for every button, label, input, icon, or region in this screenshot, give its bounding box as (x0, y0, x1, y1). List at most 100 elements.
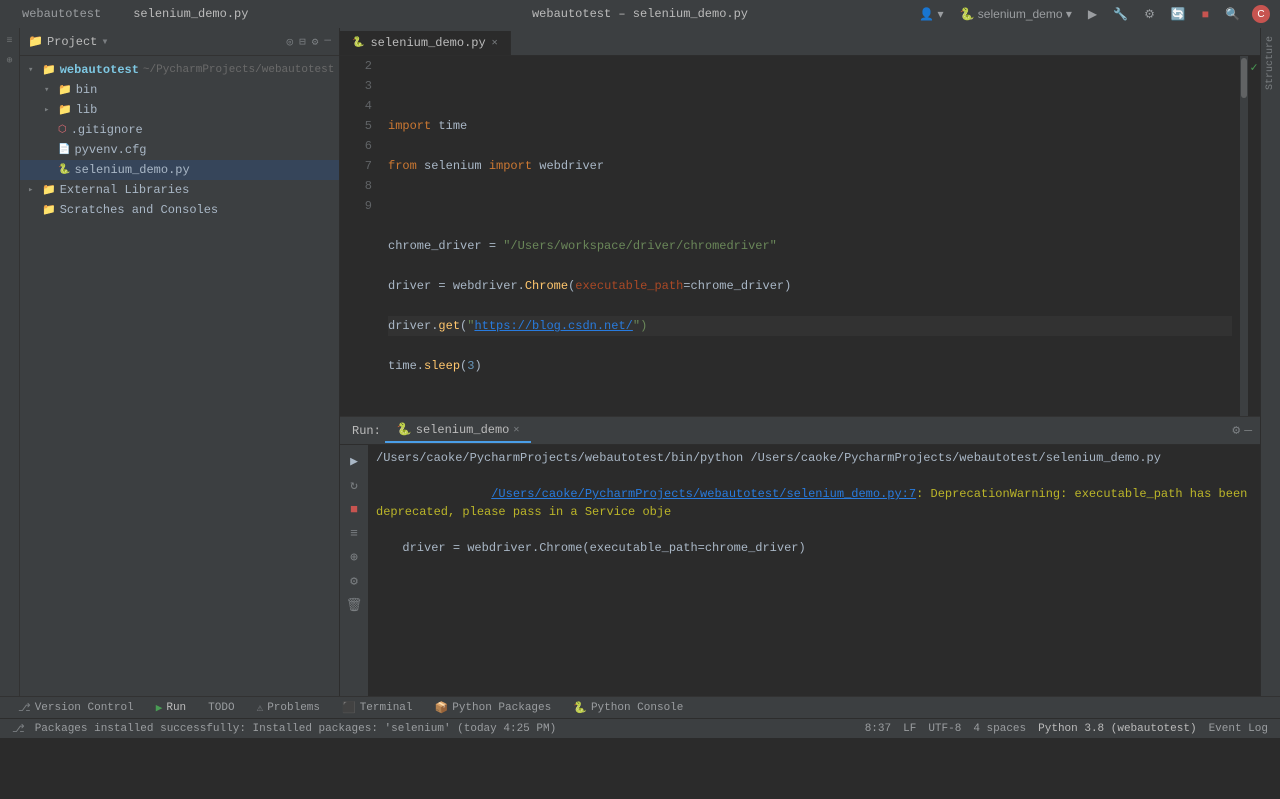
bottom-tab-terminal[interactable]: ⬛ Terminal (332, 697, 423, 719)
gitignore-label: .gitignore (71, 123, 143, 137)
folder-icon-lib: 📁 (58, 103, 72, 117)
tree-item-gitignore[interactable]: ⬡ .gitignore (20, 120, 339, 140)
toolbar-btn-4[interactable]: 🔄 (1167, 5, 1190, 23)
code-line-3: import time (388, 116, 1232, 136)
run-trash-icon[interactable]: 🗑 (344, 595, 364, 615)
code-line-6: chrome_driver = "/Users/workspace/driver… (388, 236, 1232, 256)
run-settings-icon[interactable]: ⚙ (1232, 423, 1240, 438)
toolbar-btn-3[interactable]: ⚙ (1140, 5, 1159, 23)
run-play-icon[interactable]: ▶ (344, 451, 364, 471)
status-bar: ⎇ Packages installed successfully: Insta… (0, 718, 1280, 738)
code-line-2 (388, 76, 1232, 96)
window-title: webautotest – selenium_demo.py (532, 7, 748, 21)
status-message: Packages installed successfully: Install… (35, 723, 557, 735)
line9-sleep: sleep (424, 356, 460, 376)
run-minimize-icon[interactable]: — (1244, 423, 1252, 438)
git-icon: ⎇ (18, 701, 31, 715)
run-list-icon[interactable]: ≡ (344, 523, 364, 543)
toolbar-btn-2[interactable]: 🔧 (1109, 5, 1132, 23)
line8-paren: ( (460, 316, 467, 336)
folder-icon-bin: 📁 (58, 83, 72, 97)
code-editor[interactable]: 2 3 4 5 6 7 8 9 import time from seleniu… (340, 56, 1260, 416)
profile-button[interactable]: 👤 ▾ (915, 5, 947, 23)
bottom-tab-version-control[interactable]: ⎇ Version Control (8, 697, 144, 719)
indent: 4 spaces (973, 723, 1026, 735)
editor-tab-label: selenium_demo.py (370, 36, 485, 50)
main-container: ≡ ⊕ 📁 Project ▾ ◎ ⊟ ⚙ — (0, 28, 1280, 696)
scrollbar-thumb[interactable] (1241, 58, 1247, 98)
event-log[interactable]: Event Log (1209, 723, 1268, 735)
project-header-title: 📁 Project ▾ (28, 34, 109, 49)
line4-webdriver: webdriver (532, 156, 604, 176)
tree-item-ext-libs[interactable]: ▸ 📁 External Libraries (20, 180, 339, 200)
line6-op: = (489, 236, 503, 256)
line9-time: time. (388, 356, 424, 376)
root-path: ~/PycharmProjects/webautotest (143, 64, 334, 76)
tree-item-pyvenv[interactable]: 📄 pyvenv.cfg (20, 140, 339, 160)
run-tabs: Run: 🐍 selenium_demo ✕ ⚙ — (340, 417, 1260, 445)
window-tab-webautotest[interactable]: webautotest (10, 3, 113, 26)
tree-item-bin[interactable]: ▾ 📁 bin (20, 80, 339, 100)
line6-var: chrome_driver (388, 236, 489, 256)
title-bar-left: webautotest selenium_demo.py (10, 3, 260, 26)
line7-paren1: ( (568, 276, 575, 296)
problems-label: Problems (267, 702, 320, 714)
run-rerun-icon[interactable]: ↻ (344, 475, 364, 495)
run-tab-close[interactable]: ✕ (513, 424, 519, 436)
sidebar-icon-project[interactable]: ≡ (1, 32, 19, 50)
line3-import: import (388, 116, 431, 136)
folder-icon: 📁 (28, 34, 43, 49)
python-version[interactable]: Python 3.8 (webautotest) (1038, 723, 1196, 735)
project-icon-minimize[interactable]: — (324, 35, 331, 49)
tree-item-selenium-demo[interactable]: 🐍 selenium_demo.py (20, 160, 339, 180)
pyvenv-label: pyvenv.cfg (74, 143, 146, 157)
todo-label: TODO (208, 702, 234, 714)
run-stop-icon[interactable]: ■ (344, 499, 364, 519)
project-dropdown-arrow[interactable]: ▾ (101, 34, 108, 49)
run-label: Run: (348, 424, 385, 438)
tree-item-root[interactable]: ▾ 📁 webautotest ~/PycharmProjects/webaut… (20, 60, 339, 80)
line4-import: import (489, 156, 532, 176)
title-bar: webautotest selenium_demo.py webautotest… (0, 0, 1280, 28)
line3-time: time (431, 116, 467, 136)
editor-tab-selenium[interactable]: 🐍 selenium_demo.py ✕ (340, 31, 511, 55)
stop-btn[interactable]: ■ (1198, 5, 1213, 23)
project-icon-locate[interactable]: ◎ (287, 35, 294, 49)
line8-url[interactable]: https://blog.csdn.net/ (474, 316, 632, 336)
file-icon-pyvenv: 📄 (58, 144, 70, 156)
run-add-icon[interactable]: ⊕ (344, 547, 364, 567)
run-content: ▶ ↻ ■ ≡ ⊕ ⚙ 🗑 /Users/caoke/PycharmProjec… (340, 445, 1260, 696)
ext-libs-label: External Libraries (60, 183, 190, 197)
code-content[interactable]: import time from selenium import webdriv… (380, 56, 1240, 416)
project-icon-settings[interactable]: ⚙ (312, 35, 319, 49)
editor-scrollbar[interactable] (1240, 56, 1248, 416)
tab-close-btn[interactable]: ✕ (492, 37, 498, 49)
tree-item-scratches[interactable]: 📁 Scratches and Consoles (20, 200, 339, 220)
bottom-tab-todo[interactable]: TODO (198, 697, 244, 719)
window-tab-selenium[interactable]: selenium_demo.py (121, 3, 260, 26)
run-tab-selenium[interactable]: 🐍 selenium_demo ✕ (385, 418, 532, 443)
bottom-tab-problems[interactable]: ⚠ Problems (247, 697, 330, 719)
file-tree: ▾ 📁 webautotest ~/PycharmProjects/webaut… (20, 56, 339, 696)
search-btn[interactable]: 🔍 (1221, 5, 1244, 23)
line4-selenium: selenium (417, 156, 489, 176)
code-line-8: driver.get("https://blog.csdn.net/") (388, 316, 1232, 336)
code-line-5 (388, 196, 1232, 216)
avatar-btn[interactable]: C (1252, 5, 1270, 23)
run-label-text: Run: (352, 424, 381, 438)
project-icon-collapse[interactable]: ⊟ (299, 35, 306, 49)
structure-label[interactable]: Structure (1265, 36, 1276, 90)
tree-item-lib[interactable]: ▸ 📁 lib (20, 100, 339, 120)
sidebar-icon-2[interactable]: ⊕ (1, 52, 19, 70)
interpreter-dropdown[interactable]: 🐍 selenium_demo ▾ (956, 5, 1076, 23)
toolbar-btn-1[interactable]: ▶ (1084, 5, 1101, 23)
file-icon-selenium: 🐍 (58, 164, 70, 176)
editor-area: 🐍 selenium_demo.py ✕ 2 3 4 5 6 7 8 (340, 28, 1260, 696)
bottom-tab-python-packages[interactable]: 📦 Python Packages (425, 697, 562, 719)
project-header-icons: ◎ ⊟ ⚙ — (287, 35, 331, 49)
bottom-tab-run[interactable]: ▶ Run (146, 697, 196, 719)
project-panel-header: 📁 Project ▾ ◎ ⊟ ⚙ — (20, 28, 339, 56)
output-path-link[interactable]: /Users/caoke/PycharmProjects/webautotest… (491, 487, 916, 501)
bottom-tab-python-console[interactable]: 🐍 Python Console (563, 697, 693, 719)
run-settings-side-icon[interactable]: ⚙ (344, 571, 364, 591)
